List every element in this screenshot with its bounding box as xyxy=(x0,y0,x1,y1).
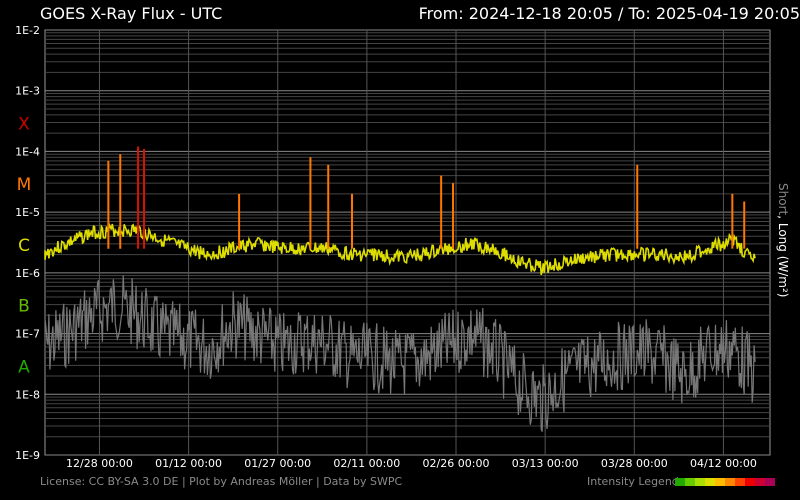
range-separator: / xyxy=(618,4,624,23)
range-from: From: 2024-12-18 20:05 xyxy=(418,4,613,23)
y-tick-label: 1E-3 xyxy=(15,85,40,98)
x-tick-label: 02/11 00:00 xyxy=(333,457,400,470)
date-range: From: 2024-12-18 20:05 / To: 2025-04-19 … xyxy=(419,4,800,23)
legend-swatch xyxy=(755,478,765,486)
chart-title: GOES X-Ray Flux - UTC xyxy=(40,4,223,23)
legend-swatch xyxy=(765,478,775,486)
legend-swatch xyxy=(735,478,745,486)
legend-swatch xyxy=(715,478,725,486)
y-tick-label: 1E-2 xyxy=(15,24,40,37)
x-tick-label: 01/27 00:00 xyxy=(244,457,311,470)
flare-class-label: B xyxy=(18,297,30,317)
y-tick-label: 1E-7 xyxy=(15,328,40,341)
range-to: To: 2025-04-19 20:05 xyxy=(628,4,800,23)
y-tick-label: 1E-4 xyxy=(15,145,40,158)
flare-class-label: X xyxy=(18,114,30,134)
y-tick-label: 1E-8 xyxy=(15,388,40,401)
x-tick-label: 12/28 00:00 xyxy=(66,457,133,470)
xray-flux-chart: 1E-2 1E-3 1E-4 1E-5 1E-6 1E-7 1E-8 1E-9 12/28 00… xyxy=(15,24,771,470)
legend-swatch xyxy=(725,478,735,486)
flare-class-label: A xyxy=(18,357,30,377)
intensity-legend-bar xyxy=(675,478,775,486)
x-tick-label: 02/26 00:00 xyxy=(423,457,490,470)
flare-class-label: C xyxy=(18,236,30,256)
flare-class-label: M xyxy=(17,175,32,195)
side-label-comma: , xyxy=(776,215,790,223)
short-label: Short xyxy=(776,183,790,216)
legend-swatch xyxy=(705,478,715,486)
legend-swatch xyxy=(685,478,695,486)
x-tick-label: 03/13 00:00 xyxy=(512,457,579,470)
x-tick-label: 03/28 00:00 xyxy=(601,457,668,470)
y-tick-label: 1E-9 xyxy=(15,449,40,462)
y-tick-label: 1E-6 xyxy=(15,267,40,280)
intensity-legend-label: Intensity Legend xyxy=(587,475,679,488)
x-tick-label: 04/12 00:00 xyxy=(690,457,757,470)
y-axis-side-label: Short, Long (W/m²) xyxy=(776,183,790,297)
legend-swatch xyxy=(675,478,685,486)
legend-swatch xyxy=(695,478,705,486)
legend-swatch xyxy=(745,478,755,486)
y-tick-label: 1E-5 xyxy=(15,206,40,219)
footer-credits: License: CC BY-SA 3.0 DE | Plot by Andre… xyxy=(40,475,403,488)
x-tick-label: 01/12 00:00 xyxy=(155,457,222,470)
long-label: Long (W/m²) xyxy=(776,222,790,298)
